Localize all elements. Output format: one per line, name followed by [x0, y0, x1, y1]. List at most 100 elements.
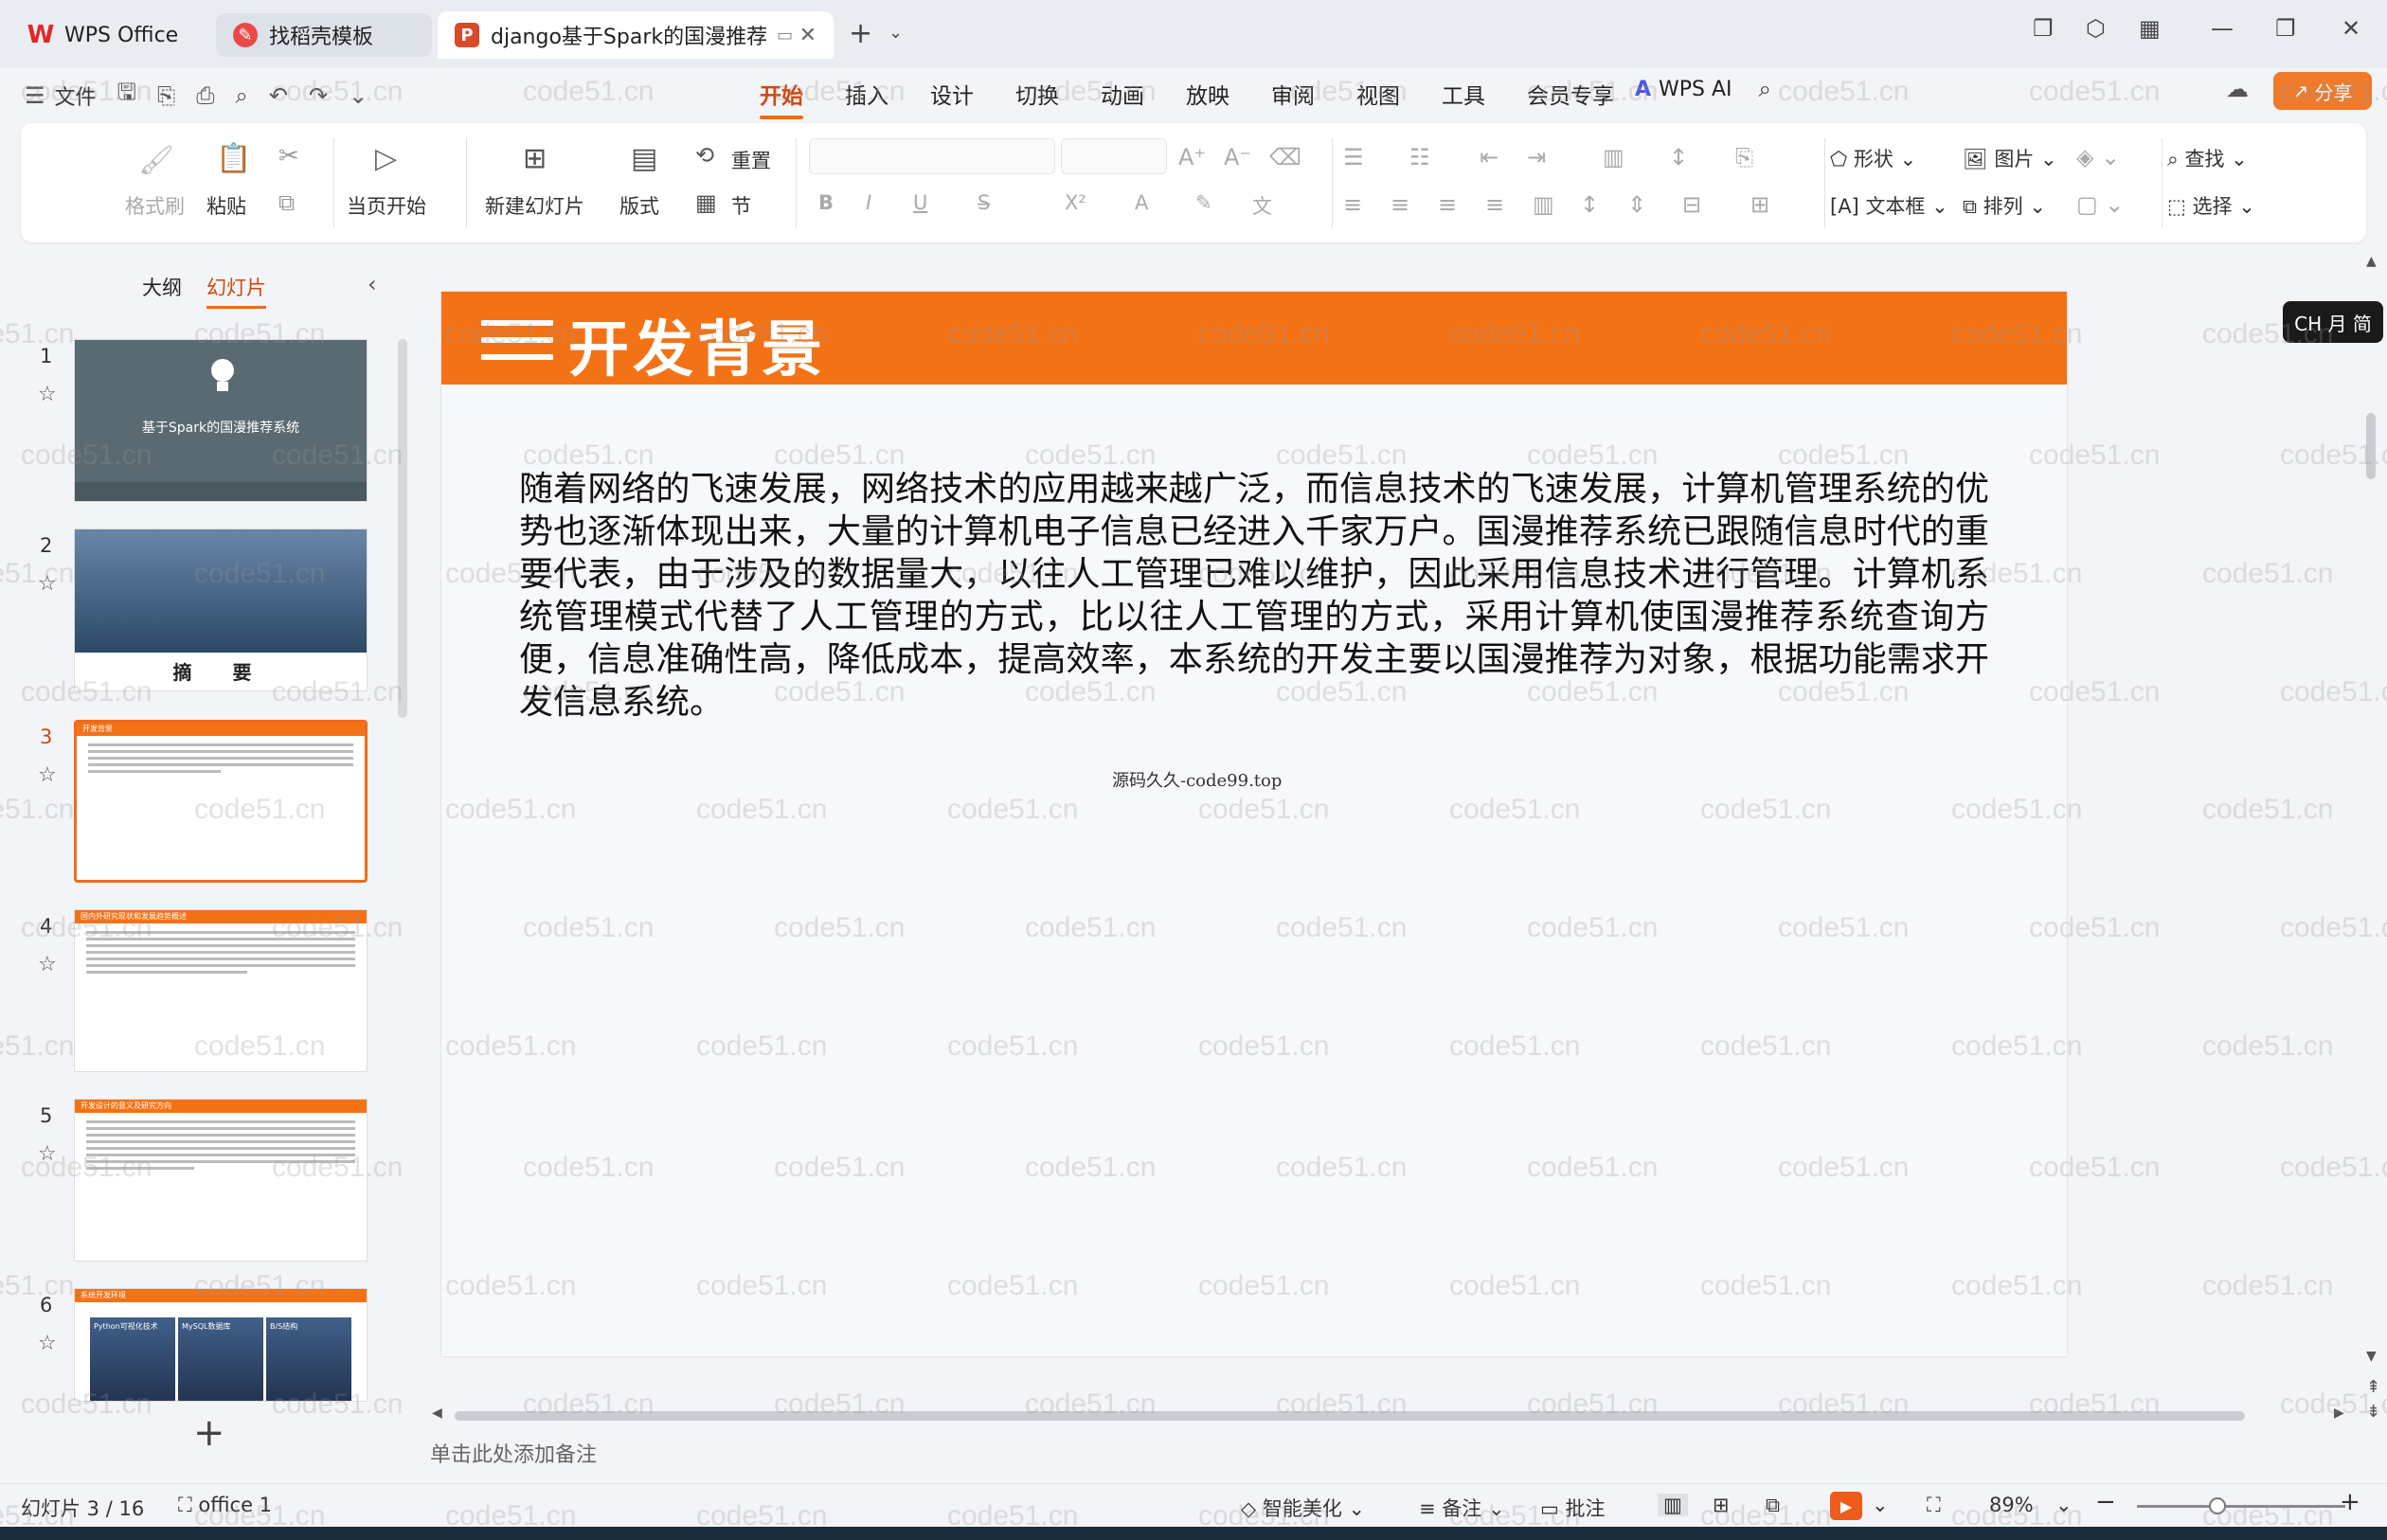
smart-art-icon[interactable]: ⊞	[1750, 191, 1769, 218]
tab-slides[interactable]: 幻灯片	[206, 273, 266, 309]
align-left-icon[interactable]: ≡	[1343, 191, 1362, 218]
outdent-icon[interactable]: ⇤	[1480, 144, 1499, 170]
align-center-icon[interactable]: ≡	[1391, 191, 1409, 218]
new-slide-button[interactable]: 新建幻灯片	[485, 191, 584, 220]
avatar[interactable]: ▦	[2139, 15, 2161, 42]
columns-icon[interactable]: ▥	[1603, 144, 1624, 170]
chevron-down-icon[interactable]: ⌄	[349, 82, 368, 109]
zoom-in-icon[interactable]: +	[2340, 1488, 2360, 1516]
close-icon[interactable]: ✕	[799, 24, 817, 47]
star-icon[interactable]: ☆	[38, 572, 57, 596]
fit-window-icon[interactable]: ⛶	[1927, 1494, 1941, 1517]
paragraph-spacing-icon[interactable]: ⇕	[1627, 191, 1646, 218]
plus-icon[interactable]: +	[849, 17, 872, 50]
chevron-down-icon[interactable]: ⌄	[888, 23, 903, 43]
panel-scrollbar[interactable]	[398, 339, 407, 718]
normal-view-icon[interactable]: ▥	[1658, 1494, 1688, 1516]
layout-button[interactable]: 版式	[619, 191, 659, 220]
tab-insert[interactable]: 插入	[824, 78, 909, 110]
star-icon[interactable]: ☆	[38, 383, 57, 406]
picture-button[interactable]: 🖼 图片 ⌄	[1963, 144, 2057, 172]
fill-icon[interactable]: ◈ ⌄	[2076, 144, 2120, 170]
tab-member[interactable]: 会员专享	[1506, 78, 1635, 110]
save-icon[interactable]: 🖫	[117, 76, 136, 115]
copy-icon[interactable]: ⧉	[278, 189, 295, 216]
textbox-button[interactable]: [A] 文本框 ⌄	[1830, 191, 1948, 220]
tab-home[interactable]: 开始	[739, 78, 824, 119]
slide-footer-text[interactable]: 源码久久-code99.top	[1112, 767, 1282, 792]
print-icon[interactable]: ⎙	[196, 82, 214, 109]
select-button[interactable]: ⬚ 选择 ⌄	[2167, 191, 2255, 220]
star-icon[interactable]: ☆	[38, 953, 57, 976]
arrange-button[interactable]: ⧉ 排列 ⌄	[1963, 191, 2046, 220]
slide-sorter-icon[interactable]: ⊞	[1713, 1494, 1730, 1516]
highlight-icon[interactable]: ✎	[1195, 191, 1212, 214]
play-slideshow-button[interactable]: ▶	[1830, 1492, 1862, 1520]
wps-ai-button[interactable]: A WPS AI ⌕	[1635, 76, 1771, 102]
slide-thumbnail-4[interactable]: 国内外研究现状和发展趋势概述	[74, 909, 368, 1072]
superscript-icon[interactable]: X²	[1065, 191, 1086, 214]
font-color-icon[interactable]: A	[1135, 191, 1148, 214]
reset-button[interactable]: 重置	[731, 146, 771, 174]
next-slide-icon[interactable]: ⇟	[2366, 1402, 2380, 1422]
increase-font-icon[interactable]: A⁺	[1178, 144, 1206, 170]
file-menu[interactable]: 文件	[55, 81, 97, 111]
slide-body-text[interactable]: 随着网络的飞速发展，网络技术的应用越来越广泛，而信息技术的飞速发展，计算机管理系…	[519, 468, 1989, 724]
clear-format-icon[interactable]: ⌫	[1269, 144, 1301, 170]
prev-slide-icon[interactable]: ⇞	[2366, 1377, 2380, 1397]
search-icon[interactable]: ⌕	[1759, 76, 1771, 102]
star-icon[interactable]: ☆	[38, 1332, 57, 1355]
chevron-left-icon[interactable]: ‹	[368, 271, 377, 297]
cloud-icon[interactable]: ☁	[2226, 76, 2249, 102]
monitor-icon[interactable]: ▭	[777, 26, 793, 45]
slide-thumbnail-3[interactable]: 开发背景	[74, 720, 368, 883]
outline-icon[interactable]: ▢ ⌄	[2076, 191, 2124, 218]
tab-design[interactable]: 设计	[909, 78, 995, 110]
star-icon[interactable]: ☆	[38, 763, 57, 787]
paste-button[interactable]: 粘贴	[206, 191, 246, 220]
decrease-font-icon[interactable]: A⁻	[1224, 144, 1251, 170]
maximize-icon[interactable]: ❐	[2275, 15, 2296, 42]
tab-tools[interactable]: 工具	[1421, 78, 1506, 110]
print-preview-icon[interactable]: ⌕	[235, 82, 247, 109]
canvas-vscrollbar[interactable]	[2366, 413, 2376, 479]
undo-icon[interactable]: ↶	[269, 82, 288, 109]
phonetic-icon[interactable]: 文	[1252, 191, 1272, 220]
tab-outline[interactable]: 大纲	[142, 273, 182, 301]
scroll-right-icon[interactable]: ▶	[2334, 1406, 2344, 1421]
scroll-up-icon[interactable]: ▲	[2366, 254, 2377, 269]
cut-icon[interactable]: ✂	[278, 142, 299, 170]
notes-placeholder[interactable]: 单击此处添加备注	[430, 1438, 597, 1468]
tab-wps-office[interactable]: W WPS Office	[11, 11, 210, 59]
zoom-slider-handle[interactable]	[2209, 1497, 2226, 1514]
strikethrough-icon[interactable]: S̶	[978, 191, 990, 214]
theme-indicator[interactable]: ⛶ office 1	[178, 1494, 272, 1517]
share-link-icon[interactable]: ⎘	[157, 82, 175, 109]
tab-review[interactable]: 审阅	[1250, 78, 1336, 110]
line-spacing-icon[interactable]: ↕	[1580, 191, 1599, 218]
scroll-down-icon[interactable]: ▼	[2366, 1349, 2377, 1364]
slide-title[interactable]: 开发背景	[568, 301, 826, 388]
justify-icon[interactable]: ≡	[1485, 191, 1504, 218]
numbered-list-icon[interactable]: ☷	[1409, 144, 1430, 170]
cube-icon[interactable]: ⬡	[2086, 15, 2106, 42]
slide-thumbnail-5[interactable]: 开发设计的意义及研究方向	[74, 1099, 368, 1262]
zoom-slider-track[interactable]	[2137, 1505, 2345, 1508]
chevron-down-icon[interactable]: ⌄	[2055, 1494, 2073, 1516]
window-icon[interactable]: ❐	[2033, 15, 2054, 42]
tab-view[interactable]: 视图	[1336, 78, 1421, 110]
format-painter-button[interactable]: 格式刷	[125, 191, 185, 220]
italic-icon[interactable]: I	[866, 191, 871, 214]
minimize-icon[interactable]: —	[2211, 15, 2234, 42]
tab-current-document[interactable]: P django基于Spark的国漫推荐 ▭ ✕	[438, 11, 834, 59]
window-close-icon[interactable]: ✕	[2342, 15, 2360, 42]
comments-button[interactable]: ▭ 批注	[1540, 1494, 1606, 1522]
tab-animation[interactable]: 动画	[1080, 78, 1165, 110]
ime-indicator[interactable]: CH ⽉ 简	[2283, 301, 2383, 343]
slide-canvas[interactable]: 开发背景 随着网络的飞速发展，网络技术的应用越来越广泛，而信息技术的飞速发展，计…	[441, 292, 2067, 1356]
canvas-hscrollbar[interactable]	[455, 1411, 2245, 1421]
find-button[interactable]: ⌕ 查找 ⌄	[2167, 144, 2248, 172]
bullet-list-icon[interactable]: ☰	[1343, 144, 1364, 170]
slide-thumbnail-1[interactable]: 基于Spark的国漫推荐系统	[74, 339, 368, 502]
play-from-current-button[interactable]: 当页开始	[347, 191, 426, 220]
